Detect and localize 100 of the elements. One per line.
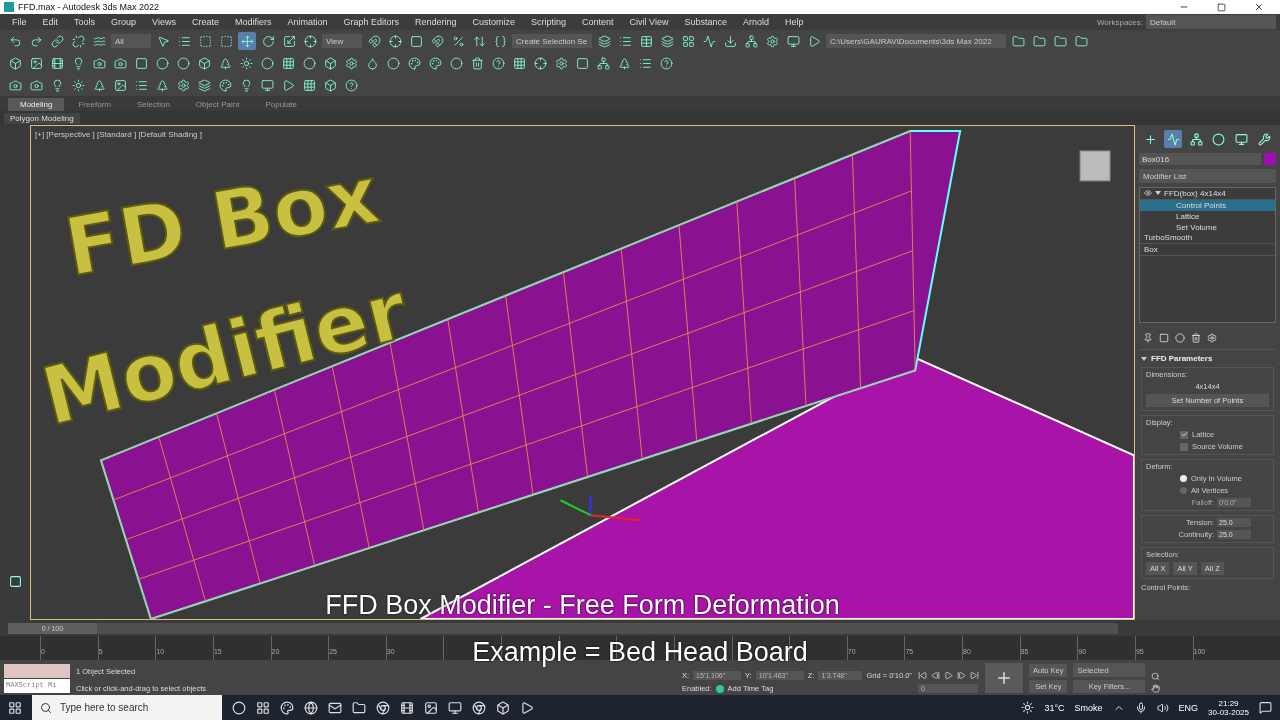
- toolbar-button[interactable]: [258, 54, 276, 72]
- menu-item[interactable]: Create: [183, 17, 227, 27]
- zoom-icon[interactable]: [1151, 672, 1161, 681]
- toolbar-button[interactable]: [69, 32, 87, 50]
- windows-start-icon[interactable]: [8, 700, 22, 715]
- taskbar-app-icon[interactable]: [304, 700, 318, 715]
- toolbar-button[interactable]: [531, 54, 549, 72]
- toolbar-button[interactable]: [594, 54, 612, 72]
- menu-item[interactable]: Arnold: [735, 17, 777, 27]
- menu-item[interactable]: Group: [103, 17, 145, 27]
- notifications-icon[interactable]: [1259, 701, 1272, 714]
- trash-icon[interactable]: [1191, 333, 1201, 343]
- sub-object-level[interactable]: Control Points: [1140, 199, 1275, 211]
- modifier-stack-item[interactable]: Box: [1140, 244, 1275, 256]
- modifier-list-dropdown[interactable]: Modifier List: [1139, 169, 1276, 183]
- ribbon-tab[interactable]: Freeform: [66, 98, 123, 111]
- menu-item[interactable]: Customize: [464, 17, 524, 27]
- viewport[interactable]: FD Box Modifier [+] [Perspective ] [Standard ] [Default Shading ] FFD Box Modifier - Free Form Deformation: [30, 125, 1135, 620]
- ribbon-tab[interactable]: Selection: [124, 98, 182, 111]
- rollout-title[interactable]: FFD Parameters: [1151, 354, 1213, 363]
- next-frame-icon[interactable]: [957, 671, 967, 680]
- modifier-stack-item[interactable]: TurboSmooth: [1140, 232, 1275, 244]
- taskbar-app-icon[interactable]: [520, 700, 534, 715]
- toolbar-button[interactable]: [384, 54, 402, 72]
- modify-tab[interactable]: [1164, 130, 1183, 148]
- reference-coordinate-dropdown[interactable]: View: [322, 34, 362, 48]
- taskbar-app-icon[interactable]: [448, 700, 462, 715]
- language-indicator[interactable]: ENG: [1178, 702, 1199, 713]
- collapse-caret-icon[interactable]: [1141, 356, 1147, 361]
- object-color-swatch[interactable]: [1264, 153, 1276, 165]
- menu-item[interactable]: Animation: [279, 17, 336, 27]
- taskbar-app-icon[interactable]: [352, 700, 366, 715]
- pin-icon[interactable]: [1143, 333, 1153, 343]
- menu-item[interactable]: File: [4, 17, 35, 27]
- play-icon[interactable]: [944, 671, 954, 680]
- taskbar-search-field[interactable]: Type here to search: [32, 695, 222, 720]
- menu-item[interactable]: Help: [777, 17, 812, 27]
- key-mode-dropdown[interactable]: Selected: [1073, 663, 1146, 677]
- toolbar-button[interactable]: [386, 32, 404, 50]
- radio-button[interactable]: [1180, 475, 1187, 482]
- pan-icon[interactable]: [1151, 684, 1161, 693]
- gear-icon[interactable]: [1207, 333, 1217, 343]
- ribbon-tab[interactable]: Populate: [253, 98, 309, 111]
- project-path-dropdown[interactable]: C:\Users\GAURAV\Documents\3ds Max 2022: [826, 34, 1006, 48]
- viewport-label[interactable]: [+] [Perspective ] [Standard ] [Default Shading ]: [35, 130, 202, 139]
- set-key-button[interactable]: [985, 663, 1024, 693]
- toolbar-button[interactable]: [300, 54, 318, 72]
- menu-item[interactable]: Rendering: [407, 17, 465, 27]
- menu-item[interactable]: Tools: [66, 17, 104, 27]
- toolbar-button[interactable]: [238, 32, 256, 50]
- modifier-stack-item[interactable]: FFD(box) 4x14x4: [1140, 188, 1275, 200]
- toolbar-button[interactable]: [428, 32, 446, 50]
- menu-item[interactable]: Content: [574, 17, 622, 27]
- motion-tab[interactable]: [1209, 130, 1228, 148]
- square-icon[interactable]: [1159, 333, 1169, 343]
- toolbar-button[interactable]: [174, 54, 192, 72]
- taskbar-app-icon[interactable]: [472, 700, 486, 715]
- toolbar-button[interactable]: [342, 76, 360, 94]
- ribbon-tab[interactable]: Object Paint: [183, 98, 252, 111]
- toolbar-button[interactable]: [426, 54, 444, 72]
- go-to-start-icon[interactable]: [918, 671, 928, 680]
- taskbar-app-icon[interactable]: [232, 700, 246, 715]
- toolbar-button[interactable]: [595, 32, 613, 50]
- taskbar-app-icon[interactable]: [280, 700, 294, 715]
- toolbar-button[interactable]: [301, 32, 319, 50]
- toolbar-button[interactable]: [69, 76, 87, 94]
- workspaces-dropdown[interactable]: Default: [1146, 15, 1276, 29]
- taskbar-app-icon[interactable]: [424, 700, 438, 715]
- named-selection-field[interactable]: Create Selection Se: [512, 34, 592, 48]
- ribbon-panel-label[interactable]: Polygon Modeling: [4, 112, 80, 124]
- go-to-end-icon[interactable]: [970, 671, 980, 680]
- taskbar-clock[interactable]: 21:29 30-03-2025: [1208, 698, 1249, 717]
- toolbar-button[interactable]: [48, 32, 66, 50]
- sub-object-level[interactable]: Set Volume: [1140, 221, 1275, 233]
- menu-item[interactable]: Modifiers: [226, 17, 280, 27]
- toolbar-button[interactable]: [405, 54, 423, 72]
- toolbar-button[interactable]: [237, 54, 255, 72]
- radio-button[interactable]: [1180, 487, 1187, 494]
- volume-icon[interactable]: [1156, 701, 1169, 714]
- circle-icon[interactable]: [1175, 333, 1185, 343]
- ribbon-tab[interactable]: Modeling: [8, 98, 65, 111]
- eye-icon[interactable]: [1144, 189, 1152, 198]
- toolbar-button[interactable]: [447, 54, 465, 72]
- taskbar-app-icon[interactable]: [376, 700, 390, 715]
- menu-item[interactable]: Edit: [34, 17, 67, 27]
- sub-object-level[interactable]: Lattice: [1140, 210, 1275, 222]
- toolbar-button[interactable]: [195, 76, 213, 94]
- object-name-field[interactable]: Box016: [1139, 153, 1261, 165]
- checkbox[interactable]: [1180, 430, 1188, 439]
- taskbar-app-icon[interactable]: [496, 700, 510, 715]
- toolbar-button[interactable]: [216, 76, 234, 94]
- taskbar-app-icon[interactable]: [400, 700, 414, 715]
- toolbar-button[interactable]: [657, 54, 675, 72]
- toolbar-button[interactable]: [153, 54, 171, 72]
- toolbar-button[interactable]: [742, 32, 760, 50]
- menu-item[interactable]: Civil View: [621, 17, 677, 27]
- menu-item[interactable]: Substance: [676, 17, 735, 27]
- toolbar-button[interactable]: [365, 32, 383, 50]
- expand-caret-icon[interactable]: [1155, 191, 1161, 196]
- menu-item[interactable]: Scripting: [523, 17, 575, 27]
